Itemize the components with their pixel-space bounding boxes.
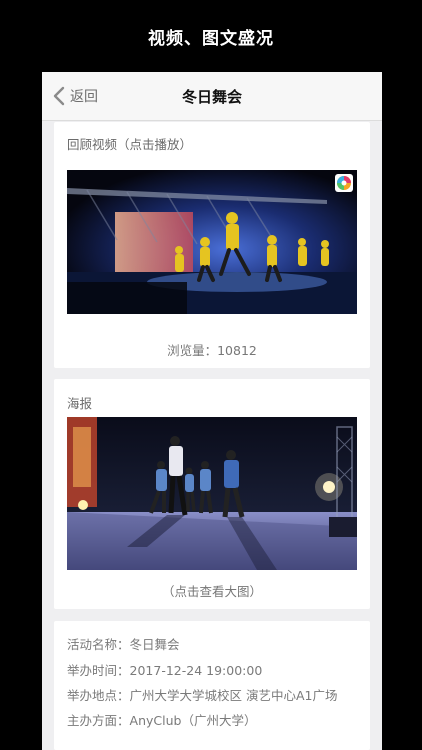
navigation-bar: 返回 冬日舞会: [42, 72, 382, 121]
event-organizer-key: 主办方面：: [67, 713, 130, 728]
poster-card: 海报 （点击查看大图）: [54, 379, 370, 609]
banner-title: 视频、图文盛况: [148, 28, 274, 49]
back-button[interactable]: 返回: [52, 84, 98, 108]
event-name-row: 活动名称：冬日舞会: [67, 634, 180, 653]
promo-banner: 视频、图文盛况: [0, 0, 422, 72]
event-organizer-value: AnyClub（广州大学）: [129, 713, 257, 728]
video-thumbnail[interactable]: [67, 170, 357, 314]
event-time-key: 举办时间：: [67, 663, 130, 678]
video-section-label: 回顾视频（点击播放）: [67, 137, 193, 152]
event-organizer-row: 主办方面：AnyClub（广州大学）: [67, 710, 256, 729]
event-time-value: 2017-12-24 19:00:00: [129, 663, 263, 678]
event-place-value: 广州大学大学城校区 演艺中心A1广场: [129, 688, 338, 703]
page-title: 冬日舞会: [181, 87, 242, 106]
poster-image[interactable]: [67, 417, 357, 570]
video-card: 回顾视频（点击播放） 浏览量：10812: [54, 122, 370, 368]
view-count: 浏览量：10812: [167, 343, 257, 358]
event-time-row: 举办时间：2017-12-24 19:00:00: [67, 660, 262, 679]
event-name-value: 冬日舞会: [129, 637, 180, 652]
chevron-left-icon: [53, 86, 65, 106]
event-info-card: 活动名称：冬日舞会 举办时间：2017-12-24 19:00:00 举办地点：…: [54, 621, 370, 750]
app-screen: 返回 冬日舞会 回顾视频（点击播放） 浏览量：10812 海报 （点击查看大图）…: [42, 72, 382, 750]
view-poster-hint[interactable]: （点击查看大图）: [54, 581, 370, 600]
poster-section-label: 海报: [67, 396, 93, 411]
event-name-key: 活动名称：: [67, 637, 130, 652]
event-place-key: 举办地点：: [67, 688, 130, 703]
back-label: 返回: [70, 89, 98, 105]
event-place-row: 举办地点：广州大学大学城校区 演艺中心A1广场: [67, 685, 338, 704]
